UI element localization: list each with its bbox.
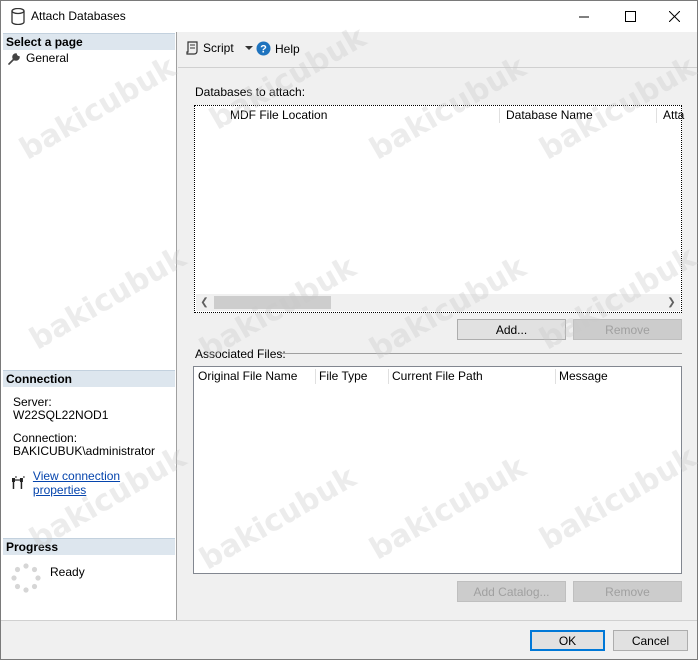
dialog-footer: OK Cancel xyxy=(1,620,697,659)
connection-properties-icon xyxy=(11,476,25,489)
maximize-icon xyxy=(624,11,636,22)
column-header[interactable]: Current File Path xyxy=(388,369,483,386)
add-database-button[interactable]: Add... xyxy=(457,319,566,340)
horizontal-scrollbar[interactable]: ❮ ❯ xyxy=(196,294,680,311)
scroll-right-icon[interactable]: ❯ xyxy=(663,294,680,311)
title-bar: Attach Databases xyxy=(1,1,697,32)
close-icon xyxy=(668,11,680,22)
column-header[interactable]: Database Name xyxy=(502,108,593,125)
help-label: Help xyxy=(275,41,300,56)
add-catalog-button[interactable]: Add Catalog... xyxy=(457,581,566,602)
remove-file-button[interactable]: Remove xyxy=(573,581,682,602)
page-sidebar: Select a page General Connection Server:… xyxy=(1,32,177,620)
connection-value: BAKICUBUK\administrator xyxy=(13,444,156,458)
minimize-icon xyxy=(579,16,589,17)
associated-files-label: Associated Files: xyxy=(195,347,286,361)
associated-files-grid[interactable]: Original File Name File Type Current Fil… xyxy=(193,366,682,574)
progress-header: Progress xyxy=(3,538,175,555)
remove-database-button[interactable]: Remove xyxy=(573,319,682,340)
section-divider xyxy=(280,353,682,354)
databases-to-attach-label: Databases to attach: xyxy=(195,85,306,99)
column-header[interactable]: Original File Name xyxy=(194,369,297,386)
database-icon xyxy=(11,8,25,25)
progress-spinner-icon xyxy=(11,563,41,593)
main-panel: Databases to attach: MDF File Location D… xyxy=(178,68,697,620)
page-item-general[interactable]: General xyxy=(8,51,69,65)
close-button[interactable] xyxy=(651,1,697,32)
help-button[interactable]: ? Help xyxy=(256,41,300,56)
window-title: Attach Databases xyxy=(31,9,126,23)
script-icon xyxy=(186,41,198,55)
view-connection-properties-link[interactable]: View connection properties xyxy=(33,469,176,497)
column-header[interactable]: Message xyxy=(555,369,608,386)
scroll-left-icon[interactable]: ❮ xyxy=(196,294,213,311)
column-separator[interactable] xyxy=(499,108,500,123)
column-separator[interactable] xyxy=(656,108,657,123)
ok-button[interactable]: OK xyxy=(530,630,605,651)
view-connection-row: View connection properties xyxy=(11,469,176,497)
cancel-button[interactable]: Cancel xyxy=(613,630,688,651)
script-label: Script xyxy=(203,41,234,55)
attach-databases-window: Attach Databases Select a page General C… xyxy=(0,0,698,660)
select-page-header: Select a page xyxy=(3,33,175,50)
wrench-icon xyxy=(8,52,20,65)
page-item-label: General xyxy=(26,51,69,65)
databases-grid[interactable]: MDF File Location Database Name Atta ❮ ❯ xyxy=(194,105,684,313)
toolbar: Script ? Help xyxy=(178,32,697,68)
svg-text:?: ? xyxy=(260,44,267,56)
maximize-button[interactable] xyxy=(607,1,653,32)
help-icon: ? xyxy=(256,41,271,56)
progress-status: Ready xyxy=(50,565,85,579)
scroll-thumb[interactable] xyxy=(214,296,331,309)
server-value: W22SQL22NOD1 xyxy=(13,408,109,422)
column-header[interactable]: File Type xyxy=(315,369,367,386)
column-header[interactable]: MDF File Location xyxy=(226,108,327,125)
script-button[interactable]: Script xyxy=(185,41,256,55)
chevron-down-icon[interactable] xyxy=(242,44,256,52)
column-header[interactable]: Atta xyxy=(659,108,684,125)
connection-header: Connection xyxy=(3,370,175,387)
minimize-button[interactable] xyxy=(561,1,607,32)
